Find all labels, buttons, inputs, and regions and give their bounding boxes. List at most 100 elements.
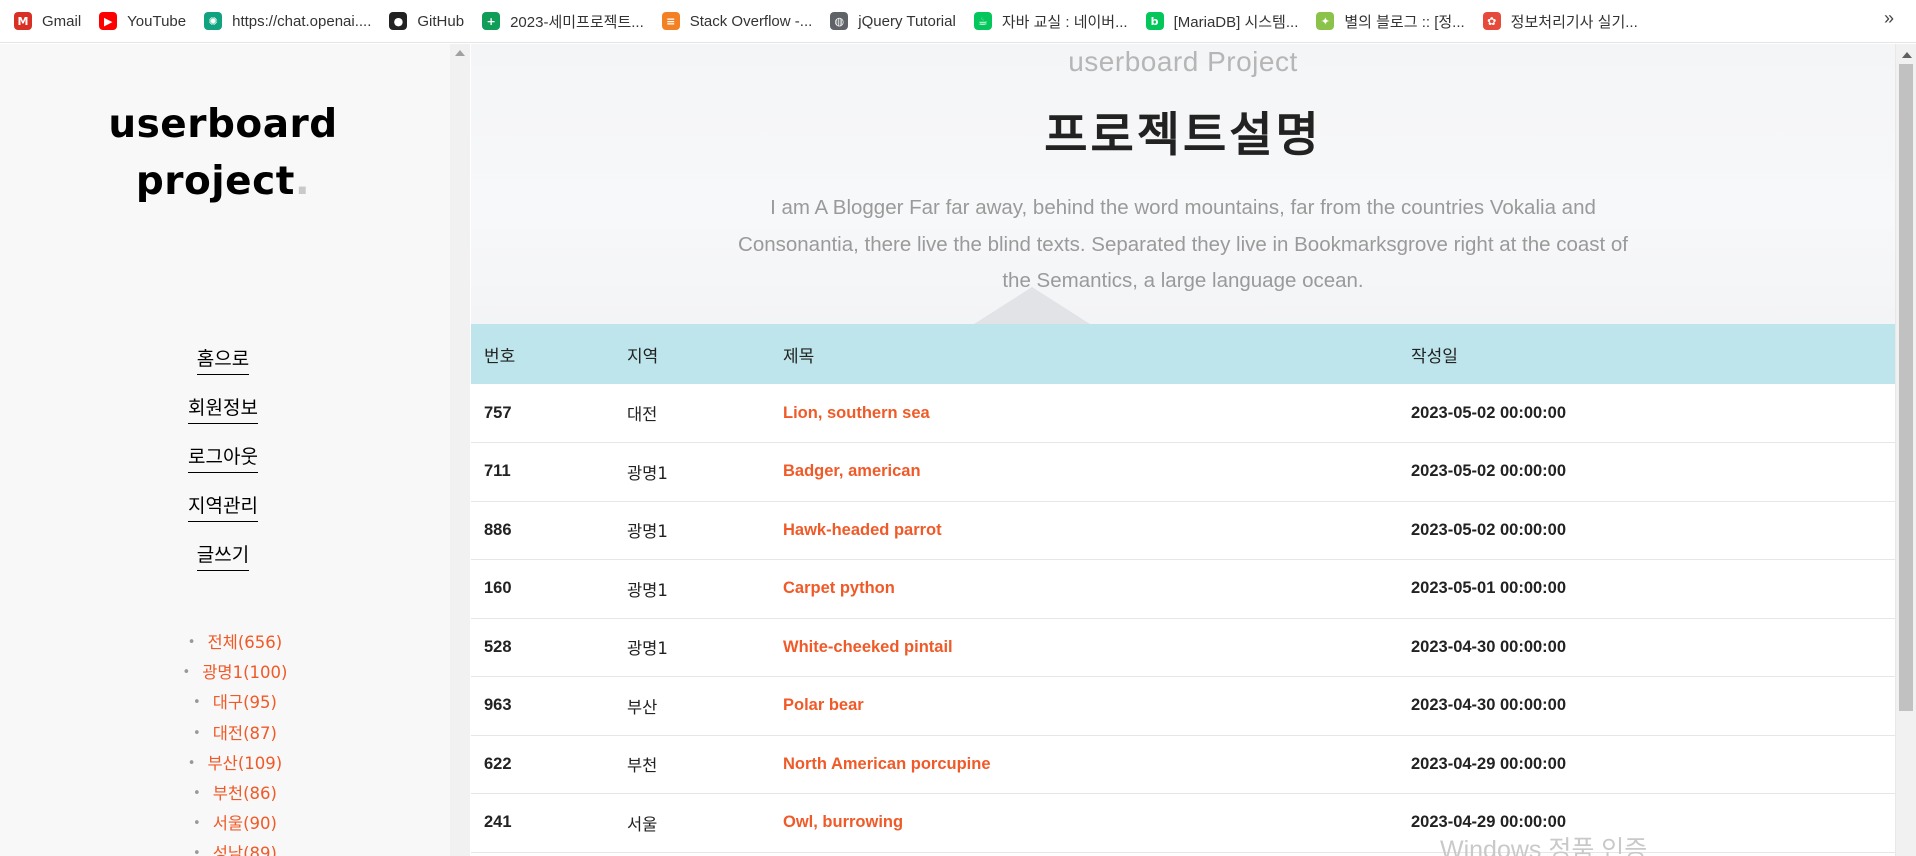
bookmark-item[interactable]: ◍ jQuery Tutorial <box>830 6 964 36</box>
sidebar: userboard project. 홈으로회원정보로그아웃지역관리글쓰기 • 전… <box>0 44 450 856</box>
scroll-up-arrow-icon[interactable] <box>1902 52 1912 58</box>
table-row[interactable]: 886 광명1 Hawk-headed parrot 2023-05-02 00:00… <box>471 501 1895 560</box>
cell-date: 2023-05-02 00:00:00 <box>1401 384 1895 443</box>
scrollbar-thumb[interactable] <box>1899 64 1913 711</box>
cell-number: 241 <box>471 793 615 853</box>
sidebar-menu-link[interactable]: 지역관리 <box>188 491 258 522</box>
bookmarks-more-icon[interactable]: » <box>1884 8 1894 29</box>
region-item[interactable]: • 전체(656) <box>0 629 470 659</box>
main-content: userboard Project 프로젝트설명 I am A Blogger … <box>471 44 1895 856</box>
bookmark-label: YouTube <box>127 12 187 30</box>
bullet-icon: • <box>182 665 191 681</box>
bookmark-item[interactable]: ▶ YouTube <box>99 6 194 36</box>
cell-date: 2023-05-02 00:00:00 <box>1401 442 1895 502</box>
region-item[interactable]: • 대구(95) <box>0 689 470 719</box>
post-title-link[interactable]: Badger, american <box>783 462 921 480</box>
scroll-up-arrow-icon[interactable] <box>455 50 465 56</box>
table-header-row: 번호 지역 제목 작성일 <box>471 324 1895 384</box>
cell-title: Hawk-headed parrot <box>775 501 1401 560</box>
site-logo[interactable]: userboard project. <box>0 96 446 210</box>
blog-icon: b <box>1145 12 1164 30</box>
bookmark-item[interactable]: +2023-세미프로젝트... <box>482 6 652 36</box>
header-date: 작성일 <box>1401 324 1895 384</box>
star-blog-icon: ✦ <box>1316 12 1335 30</box>
cafe-icon: ☕ <box>973 12 992 30</box>
bookmark-item[interactable]: ● GitHub <box>389 6 472 36</box>
page-scrollbar[interactable] <box>1895 44 1916 856</box>
table-row[interactable]: 963 부산 Polar bear 2023-04-30 00:00:00 <box>471 676 1895 736</box>
region-item[interactable]: • 부산(109) <box>0 750 470 780</box>
cell-date: 2023-04-29 00:00:00 <box>1401 735 1895 794</box>
bookmark-item[interactable]: ✦ 별의 블로그 :: [정... <box>1316 6 1472 36</box>
region-item[interactable]: • 성남(89) <box>0 840 470 856</box>
cell-region: 부천 <box>615 735 775 794</box>
sidebar-scrollbar[interactable] <box>450 44 470 856</box>
post-title-link[interactable]: North American porcupine <box>783 755 991 773</box>
logo-dot: . <box>294 159 311 204</box>
region-item[interactable]: • 광명1(100) <box>0 659 470 689</box>
cell-region: 광명1 <box>615 618 775 677</box>
bookmark-item[interactable]: b [MariaDB] 시스템... <box>1145 6 1307 36</box>
post-title-link[interactable]: Hawk-headed parrot <box>783 521 942 539</box>
region-item[interactable]: • 부천(86) <box>0 780 470 810</box>
cell-title: Polar bear <box>775 676 1401 736</box>
cell-region: 광명1 <box>615 501 775 560</box>
table-row[interactable]: 160 광명1 Carpet python 2023-05-01 00:00:00 <box>471 559 1895 619</box>
cell-number: 622 <box>471 735 615 794</box>
region-link[interactable]: 부천(86) <box>213 784 277 803</box>
post-title-link[interactable]: White-cheeked pintail <box>783 638 953 656</box>
post-title-link[interactable]: Lion, southern sea <box>783 404 930 422</box>
region-link[interactable]: 대전(87) <box>213 724 277 743</box>
table-row[interactable]: 622 부천 North American porcupine 2023-04-29 … <box>471 735 1895 794</box>
table-row[interactable]: 241 서울 Owl, burrowing 2023-04-29 00:00:00 <box>471 793 1895 853</box>
cell-region: 대전 <box>615 384 775 443</box>
sidebar-menu-link[interactable]: 홈으로 <box>196 344 250 375</box>
bookmark-item[interactable]: ≡ Stack Overflow -... <box>661 6 821 36</box>
bookmark-item[interactable]: ✿ 정보처리기사 실기... <box>1482 6 1646 36</box>
bookmark-item[interactable]: ☕ 자바 교실 : 네이버... <box>973 6 1136 36</box>
bullet-icon: • <box>187 635 196 650</box>
region-link[interactable]: 부산(109) <box>207 754 282 773</box>
region-link[interactable]: 광명1(100) <box>202 663 287 682</box>
sidebar-menu-link[interactable]: 로그아웃 <box>188 442 258 473</box>
table-row[interactable]: 711 광명1 Badger, american 2023-05-02 00:00:0… <box>471 442 1895 502</box>
cell-date: 2023-05-01 00:00:00 <box>1401 559 1895 619</box>
bookmark-label: Gmail <box>42 12 82 30</box>
region-link[interactable]: 성남(89) <box>213 844 277 856</box>
cell-title: Lion, southern sea <box>775 384 1401 443</box>
sidebar-menu-link[interactable]: 글쓰기 <box>196 540 250 571</box>
github-icon: ● <box>389 12 408 30</box>
bookmark-item[interactable]: ✺ https://chat.openai.... <box>204 6 379 36</box>
cell-number: 757 <box>471 384 615 443</box>
bookmark-item[interactable]: M Gmail <box>14 6 89 36</box>
region-item[interactable]: • 대전(87) <box>0 720 470 750</box>
region-link[interactable]: 대구(95) <box>213 693 277 712</box>
sidebar-menu-link[interactable]: 회원정보 <box>188 393 258 424</box>
table-row[interactable]: 528 광명1 White-cheeked pintail 2023-04-30 00… <box>471 618 1895 677</box>
gmail-icon: M <box>14 12 32 30</box>
bookmark-label: https://chat.openai.... <box>232 12 372 30</box>
region-list: •전체(656)•광명1(100)•대구(95)•대전(87)•부산(109)•… <box>0 629 470 856</box>
logo-line-2: project <box>135 159 295 204</box>
cell-date: 2023-05-02 00:00:00 <box>1401 501 1895 560</box>
sidebar-menu-item: 회원정보 <box>0 393 446 442</box>
bullet-icon: • <box>187 755 196 771</box>
bullet-icon: • <box>193 816 201 832</box>
post-title-link[interactable]: Polar bear <box>783 696 864 714</box>
cell-number: 528 <box>471 618 615 677</box>
post-title-link[interactable]: Carpet python <box>783 579 895 597</box>
region-link[interactable]: 서울(90) <box>213 814 277 833</box>
bookmark-label: 2023-세미프로젝트... <box>510 13 644 31</box>
cell-number: 886 <box>471 501 615 560</box>
bullet-icon: • <box>193 785 201 801</box>
region-link[interactable]: 전체(656) <box>207 633 282 652</box>
cell-date: 2023-04-30 00:00:00 <box>1401 676 1895 736</box>
logo-line-1: userboard <box>108 102 338 147</box>
bookmark-label: 자바 교실 : 네이버... <box>1001 13 1128 31</box>
cell-region: 광명1 <box>615 559 775 619</box>
cell-title: Owl, burrowing <box>775 793 1401 853</box>
region-item[interactable]: • 서울(90) <box>0 810 470 840</box>
cell-title: North American porcupine <box>775 735 1401 794</box>
post-title-link[interactable]: Owl, burrowing <box>783 813 903 831</box>
table-row[interactable]: 757 대전 Lion, southern sea 2023-05-02 00:00:… <box>471 384 1895 443</box>
